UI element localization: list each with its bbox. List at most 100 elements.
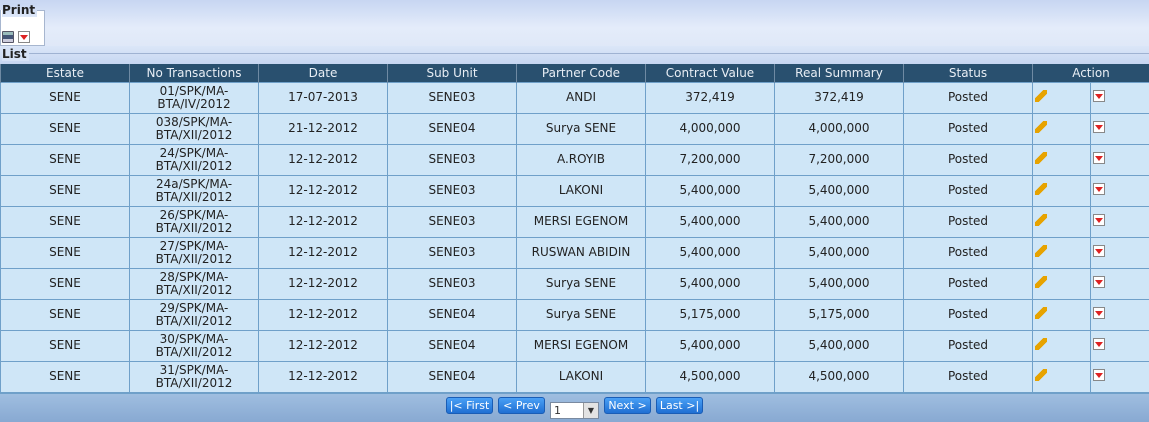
- column-header-no-transactions[interactable]: No Transactions: [129, 64, 259, 82]
- cell-action-pdf: [1090, 174, 1149, 207]
- cell-status: Posted: [903, 298, 1033, 331]
- pdf-icon[interactable]: [1093, 307, 1105, 319]
- pdf-icon[interactable]: [1093, 121, 1105, 133]
- cell-sub-unit: SENE03: [387, 205, 517, 238]
- column-header-real-summary[interactable]: Real Summary: [774, 64, 904, 82]
- no-transactions-line-1: 30/SPK/MA-: [159, 331, 229, 346]
- cell-partner-code: ANDI: [516, 81, 646, 114]
- column-header-estate[interactable]: Estate: [0, 64, 130, 82]
- cell-status: Posted: [903, 267, 1033, 300]
- pdf-icon[interactable]: [1093, 214, 1105, 226]
- cell-contract-value: 5,400,000: [645, 205, 775, 238]
- no-transactions-line-2: BTA/XII/2012: [155, 127, 233, 142]
- no-transactions-line-1: 27/SPK/MA-: [159, 238, 229, 253]
- print-section: Print: [0, 0, 1149, 46]
- cell-contract-value: 372,419: [645, 81, 775, 114]
- edit-pencil-icon[interactable]: [1035, 245, 1047, 257]
- cell-contract-value: 5,400,000: [645, 329, 775, 362]
- cell-contract-value: 7,200,000: [645, 143, 775, 176]
- table-row[interactable]: SENE 038/SPK/MA- BTA/XII/2012 21-12-2012 SEN…: [0, 112, 1149, 145]
- cell-action-edit: [1032, 267, 1091, 300]
- edit-pencil-icon[interactable]: [1035, 276, 1047, 288]
- cell-partner-code: Surya SENE: [516, 267, 646, 300]
- cell-action-edit: [1032, 112, 1091, 145]
- pdf-icon[interactable]: [1093, 369, 1105, 381]
- cell-status: Posted: [903, 205, 1033, 238]
- pdf-icon[interactable]: [1093, 90, 1105, 102]
- cell-sub-unit: SENE03: [387, 267, 517, 300]
- column-header-date[interactable]: Date: [258, 64, 388, 82]
- edit-pencil-icon[interactable]: [1035, 369, 1047, 381]
- cell-status: Posted: [903, 112, 1033, 145]
- table-row[interactable]: SENE 24a/SPK/MA- BTA/XII/2012 12-12-2012 SEN…: [0, 174, 1149, 207]
- next-page-button[interactable]: Next >: [604, 397, 651, 414]
- pdf-icon[interactable]: [1093, 152, 1105, 164]
- edit-pencil-icon[interactable]: [1035, 152, 1047, 164]
- column-header-contract-value[interactable]: Contract Value: [645, 64, 775, 82]
- pdf-icon[interactable]: [1093, 276, 1105, 288]
- edit-pencil-icon[interactable]: [1035, 214, 1047, 226]
- edit-pencil-icon[interactable]: [1035, 307, 1047, 319]
- list-divider: [26, 53, 1149, 54]
- first-page-button[interactable]: |< First: [446, 397, 493, 414]
- cell-status: Posted: [903, 236, 1033, 269]
- column-header-action: Action: [1032, 64, 1149, 82]
- table-row[interactable]: SENE 31/SPK/MA- BTA/XII/2012 12-12-2012 SENE…: [0, 360, 1149, 393]
- cell-sub-unit: SENE04: [387, 360, 517, 393]
- print-title: Print: [2, 3, 38, 17]
- cell-date: 12-12-2012: [258, 205, 388, 238]
- table-row[interactable]: SENE 27/SPK/MA- BTA/XII/2012 12-12-2012 SENE…: [0, 236, 1149, 269]
- table-row[interactable]: SENE 30/SPK/MA- BTA/XII/2012 12-12-2012 SENE…: [0, 329, 1149, 362]
- prev-page-button[interactable]: < Prev: [498, 397, 545, 414]
- cell-action-edit: [1032, 236, 1091, 269]
- cell-sub-unit: SENE04: [387, 298, 517, 331]
- edit-pencil-icon[interactable]: [1035, 90, 1047, 102]
- column-header-sub-unit[interactable]: Sub Unit: [387, 64, 517, 82]
- cell-sub-unit: SENE03: [387, 174, 517, 207]
- cell-date: 12-12-2012: [258, 143, 388, 176]
- edit-pencil-icon[interactable]: [1035, 338, 1047, 350]
- edit-pencil-icon[interactable]: [1035, 183, 1047, 195]
- cell-date: 12-12-2012: [258, 236, 388, 269]
- pdf-icon[interactable]: [1093, 245, 1105, 257]
- edit-pencil-icon[interactable]: [1035, 121, 1047, 133]
- cell-date: 21-12-2012: [258, 112, 388, 145]
- cell-partner-code: LAKONI: [516, 174, 646, 207]
- cell-date: 12-12-2012: [258, 329, 388, 362]
- last-arrow-icon: >|: [682, 399, 700, 412]
- cell-partner-code: A.ROYIB: [516, 143, 646, 176]
- no-transactions-line-1: 29/SPK/MA-: [159, 300, 229, 315]
- chevron-down-icon[interactable]: ▼: [583, 403, 598, 418]
- first-arrow-icon: |<: [449, 399, 467, 412]
- cell-sub-unit: SENE03: [387, 143, 517, 176]
- cell-real-summary: 7,200,000: [774, 143, 904, 176]
- table-row[interactable]: SENE 29/SPK/MA- BTA/XII/2012 12-12-2012 SENE…: [0, 298, 1149, 331]
- cell-status: Posted: [903, 329, 1033, 362]
- printer-icon[interactable]: [2, 31, 14, 43]
- cell-no-transactions: 24a/SPK/MA- BTA/XII/2012: [129, 174, 259, 207]
- table-row[interactable]: SENE 28/SPK/MA- BTA/XII/2012 12-12-2012 SENE…: [0, 267, 1149, 300]
- pdf-icon[interactable]: [18, 31, 30, 43]
- cell-estate: SENE: [0, 205, 130, 238]
- table-row[interactable]: SENE 26/SPK/MA- BTA/XII/2012 12-12-2012 SENE…: [0, 205, 1149, 238]
- pdf-icon[interactable]: [1093, 338, 1105, 350]
- next-label: Next: [608, 399, 634, 412]
- cell-real-summary: 4,000,000: [774, 112, 904, 145]
- page-select[interactable]: 1 ▼: [550, 402, 599, 419]
- table-row[interactable]: SENE 24/SPK/MA- BTA/XII/2012 12-12-2012 SENE…: [0, 143, 1149, 176]
- column-header-partner-code[interactable]: Partner Code: [516, 64, 646, 82]
- pdf-icon[interactable]: [1093, 183, 1105, 195]
- column-header-status[interactable]: Status: [903, 64, 1033, 82]
- table-header-row: Estate No Transactions Date Sub Unit Par…: [0, 64, 1149, 82]
- table-row[interactable]: SENE 01/SPK/MA- BTA/IV/2012 17-07-2013 SENE0…: [0, 81, 1149, 114]
- first-label: First: [466, 399, 490, 412]
- cell-action-edit: [1032, 174, 1091, 207]
- last-page-button[interactable]: Last >|: [656, 397, 703, 414]
- cell-action-edit: [1032, 329, 1091, 362]
- cell-sub-unit: SENE04: [387, 112, 517, 145]
- cell-date: 12-12-2012: [258, 298, 388, 331]
- no-transactions-line-1: 038/SPK/MA-: [155, 114, 233, 129]
- cell-estate: SENE: [0, 267, 130, 300]
- cell-action-pdf: [1090, 360, 1149, 393]
- last-label: Last: [659, 399, 683, 412]
